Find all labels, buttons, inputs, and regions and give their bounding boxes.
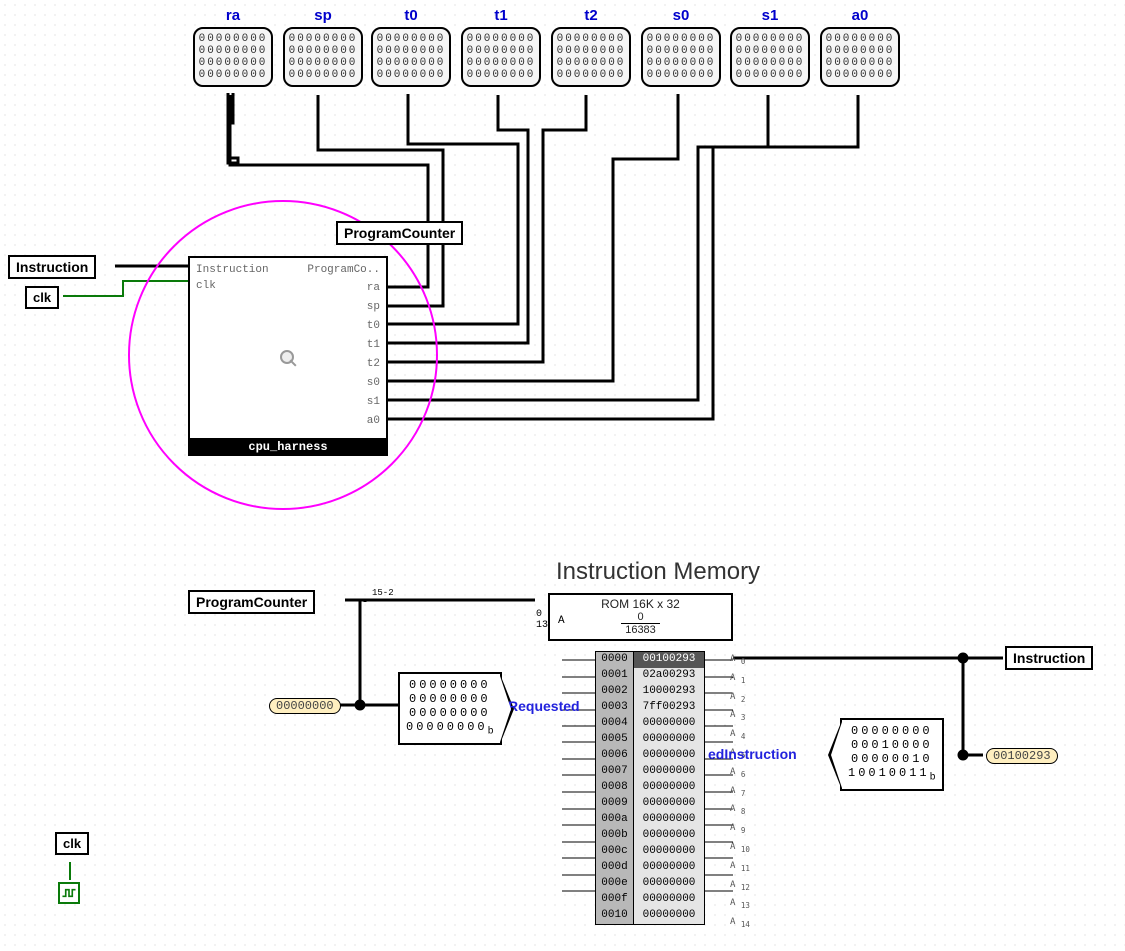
rom-port-labels: A 0A 1A 2A 3A 4A 5A 6A 7A 8A 9A 10A 11A … [730,651,750,933]
clock-icon[interactable] [58,882,80,904]
port-programcounter: ProgramCo.. [307,264,380,276]
reg-t2[interactable]: t2 00000000 00000000 00000000 00000000 [551,7,631,87]
label-fetched: edInstruction [708,746,797,762]
tunnel-instruction-out[interactable]: Instruction [1005,646,1093,670]
reg-s0[interactable]: s0 00000000 00000000 00000000 00000000 [641,7,721,87]
reg-ra[interactable]: ra 00000000 00000000 00000000 00000000 [193,7,273,87]
reg-sp[interactable]: sp 00000000 00000000 00000000 00000000 [283,7,363,87]
pin-clk2[interactable]: clk [55,832,89,855]
pin-clk-in[interactable]: clk [25,286,59,309]
pin-instruction-in[interactable]: Instruction [8,255,96,279]
magnifier-icon[interactable] [280,350,294,364]
wire-layer [0,0,1125,951]
port-a0: a0 [367,415,380,427]
cpu-harness-block[interactable]: Instruction clk ProgramCo.. ra sp t0 t1 … [188,256,388,456]
port-clk: clk [196,280,216,292]
port-t2: t2 [367,358,380,370]
port-sp: sp [367,301,380,313]
port-ra: ra [367,282,380,294]
port-t1: t1 [367,339,380,351]
rom-table[interactable]: 000000100293 000102a00293 000210000293 0… [595,651,705,925]
value-pc[interactable]: 00000000 [269,698,341,714]
pin-program-counter: ProgramCounter [336,221,463,245]
logisim-canvas[interactable]: ra 00000000 00000000 00000000 00000000 s… [0,0,1125,951]
port-s1: s1 [367,396,380,408]
label-requested: Requested [508,698,580,714]
splitter-label: 15-2 [372,588,394,598]
block-title: cpu_harness [188,438,388,456]
port-s0: s0 [367,377,380,389]
value-instruction[interactable]: 00100293 [986,748,1058,764]
probe-requested[interactable]: 00000000 00000000 00000000 00000000b [398,672,502,745]
reg-s1[interactable]: s1 00000000 00000000 00000000 00000000 [730,7,810,87]
reg-t1[interactable]: t1 00000000 00000000 00000000 00000000 [461,7,541,87]
probe-fetched[interactable]: 00000000 00010000 00000010 10010011b [840,718,944,791]
tunnel-program-counter[interactable]: ProgramCounter [188,590,315,614]
port-t0: t0 [367,320,380,332]
reg-t0[interactable]: t0 00000000 00000000 00000000 00000000 [371,7,451,87]
port-instruction: Instruction [196,264,269,276]
reg-a0[interactable]: a0 00000000 00000000 00000000 00000000 [820,7,900,87]
imem-title: Instruction Memory [556,558,760,586]
rom-header-box[interactable]: ROM 16K x 32 016383 [548,593,733,641]
